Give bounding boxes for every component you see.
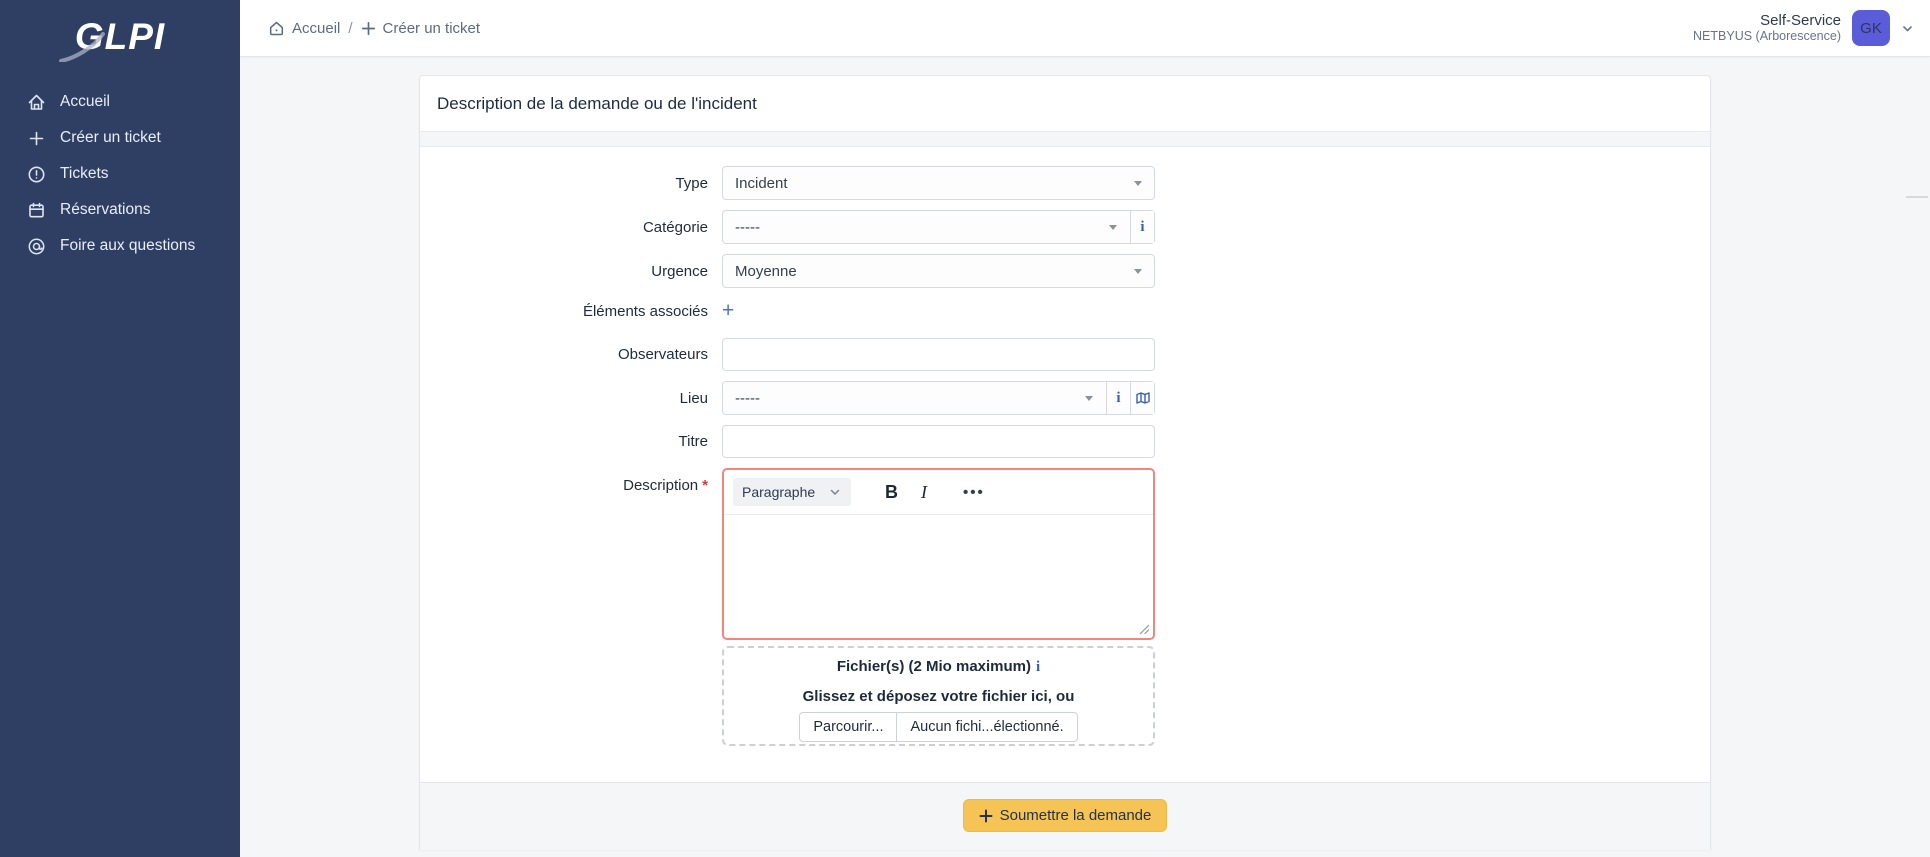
info-icon: i (1036, 659, 1040, 675)
breadcrumb-current-label: Créer un ticket (383, 20, 481, 37)
sidebar-item-accueil[interactable]: Accueil (0, 84, 240, 120)
plus-icon (27, 129, 46, 148)
description-label: Description* (420, 468, 722, 494)
calendar-icon (27, 201, 46, 220)
paragraph-style-select[interactable]: Paragraphe (733, 478, 851, 506)
file-drop-text: Glissez et déposez votre fichier ici, ou (724, 688, 1153, 705)
description-editor: Paragraphe B I ••• (722, 468, 1155, 640)
card-header: Description de la demande ou de l'incide… (420, 76, 1710, 132)
info-icon: i (1116, 390, 1120, 407)
add-associated-element-button[interactable]: + (722, 299, 734, 322)
sidebar-item-creer-un-ticket[interactable]: Créer un ticket (0, 120, 240, 156)
plus-icon (979, 809, 993, 823)
description-editor-content[interactable] (724, 515, 1153, 638)
sidebar-menu: Accueil Créer un ticket Tickets Réservat… (0, 84, 240, 264)
chevron-down-icon (1901, 22, 1914, 35)
chevron-down-icon (828, 485, 842, 499)
user-entity: NETBYUS (Arborescence) (1693, 29, 1841, 44)
sidebar-item-faq[interactable]: Foire aux questions (0, 228, 240, 264)
urgency-label: Urgence (420, 263, 722, 280)
card-strip (420, 132, 1710, 147)
glpi-app: GLPI Accueil Créer un ticket Tickets (0, 0, 1930, 857)
ticket-form: Type Incident Catégorie ----- (420, 147, 1710, 782)
editor-toolbar: Paragraphe B I ••• (724, 470, 1153, 514)
map-icon (1135, 390, 1151, 406)
breadcrumb-current-link[interactable]: Créer un ticket (361, 20, 481, 37)
file-drop-zone[interactable]: Fichier(s) (2 Mio maximum)i Glissez et d… (722, 646, 1155, 746)
file-status-text: Aucun fichi...électionné. (897, 713, 1076, 741)
sidebar-item-label: Accueil (60, 93, 110, 111)
sidebar-item-tickets[interactable]: Tickets (0, 156, 240, 192)
card-footer: Soumettre la demande (420, 782, 1710, 850)
breadcrumb-home-link[interactable]: Accueil (268, 20, 340, 37)
observers-label: Observateurs (420, 346, 722, 363)
breadcrumb-home-label: Accueil (292, 20, 340, 37)
info-icon: i (1140, 219, 1144, 236)
sidebar-item-reservations[interactable]: Réservations (0, 192, 240, 228)
avatar[interactable]: GK (1852, 10, 1890, 46)
bold-button[interactable]: B (885, 482, 898, 503)
alert-circle-icon (27, 165, 46, 184)
location-label: Lieu (420, 390, 722, 407)
associated-elements-label: Éléments associés (420, 303, 722, 320)
file-input[interactable]: Parcourir... Aucun fichi...électionné. (799, 712, 1077, 742)
required-marker: * (702, 477, 708, 494)
sidebar-item-label: Réservations (60, 201, 150, 219)
submit-button[interactable]: Soumettre la demande (963, 799, 1168, 832)
topbar: Accueil / Créer un ticket Self-Service N… (240, 0, 1930, 57)
resize-handle[interactable] (1139, 624, 1150, 635)
ticket-form-card: Description de la demande ou de l'incide… (419, 75, 1711, 850)
category-info-button[interactable]: i (1130, 211, 1154, 243)
type-label: Type (420, 175, 722, 192)
breadcrumb-separator: / (348, 20, 352, 37)
sidebar-item-label: Créer un ticket (60, 129, 161, 147)
sidebar-item-label: Foire aux questions (60, 237, 195, 255)
urgency-select[interactable]: Moyenne (722, 254, 1155, 288)
location-select[interactable]: ----- i (722, 381, 1155, 415)
location-map-button[interactable] (1130, 382, 1154, 414)
user-menu[interactable]: Self-Service NETBYUS (Arborescence) GK (1693, 10, 1914, 46)
title-input[interactable] (722, 425, 1155, 458)
user-info: Self-Service NETBYUS (Arborescence) (1693, 12, 1841, 44)
category-select[interactable]: ----- i (722, 210, 1155, 244)
breadcrumb: Accueil / Créer un ticket (268, 20, 480, 37)
category-label: Catégorie (420, 219, 722, 236)
plus-icon (361, 21, 376, 36)
faq-at-icon (27, 237, 46, 256)
sidebar-item-label: Tickets (60, 165, 109, 183)
sidebar: GLPI Accueil Créer un ticket Tickets (0, 0, 240, 857)
form-title: Description de la demande ou de l'incide… (437, 94, 757, 114)
home-icon (27, 93, 46, 112)
type-select[interactable]: Incident (722, 166, 1155, 200)
location-info-button[interactable]: i (1106, 382, 1130, 414)
glpi-logo-text: GLPI (75, 16, 165, 58)
observers-input[interactable] (722, 338, 1155, 371)
scroll-indicator (1906, 196, 1928, 198)
more-tools-button[interactable]: ••• (963, 484, 985, 501)
glpi-logo[interactable]: GLPI (0, 0, 240, 70)
user-profile: Self-Service (1693, 12, 1841, 29)
title-label: Titre (420, 433, 722, 450)
home-icon (268, 20, 285, 37)
file-heading: Fichier(s) (2 Mio maximum)i (724, 658, 1153, 676)
italic-button[interactable]: I (921, 482, 927, 503)
browse-button[interactable]: Parcourir... (800, 713, 897, 741)
